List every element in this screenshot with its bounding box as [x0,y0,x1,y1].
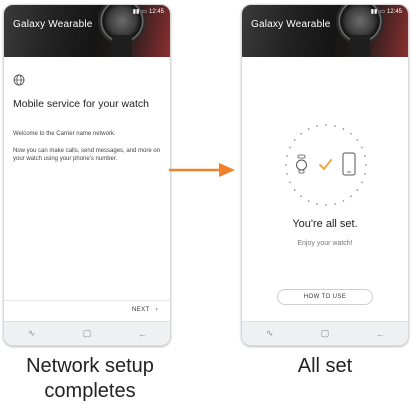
how-to-use-button[interactable]: HOW TO USE [277,289,373,305]
ring-dot [342,200,345,202]
watch-band-image [350,35,370,57]
ring-dot [286,155,288,157]
navigation-bar: ∿ ▢ ← [242,321,408,345]
page-title: Mobile service for your watch [13,98,149,110]
signal-icon: ▮▮ [132,9,140,15]
ring-dot [364,173,366,175]
ring-dot [307,200,310,202]
ring-dot [350,195,352,198]
battery-icon: ▭ [141,9,147,15]
ring-dot [361,181,363,184]
ring-dot [285,164,287,166]
page-title: You're all set. [292,218,358,230]
ring-dot [293,139,296,141]
description-text: Now you can make calls, send messages, a… [13,148,161,162]
caption-network-setup: Network setup completes [26,355,154,402]
back-icon[interactable]: ← [132,329,152,339]
ring-dot [356,139,359,141]
divider [4,300,170,301]
home-icon[interactable]: ▢ [315,328,335,339]
status-bar: ▮▮ ▭ 12:45 [132,8,164,16]
watch-band-image [112,35,132,57]
status-bar: ▮▮ ▭ 12:45 [370,8,402,16]
ring-dot [316,125,318,127]
app-header: Galaxy Wearable ▮▮ ▭ 12:45 [4,5,170,57]
ring-dot [325,124,327,126]
signal-icon: ▮▮ [370,9,378,15]
next-button[interactable]: NEXT › [132,307,158,313]
success-graphic [285,124,367,206]
back-icon[interactable]: ← [370,329,390,339]
ring-dot [361,146,363,149]
ring-dot [300,195,302,198]
recents-icon[interactable]: ∿ [260,328,280,339]
ring-dot [307,128,310,130]
chevron-right-icon: › [155,307,158,313]
ring-dot [356,189,359,191]
ring-dot [316,203,318,205]
navigation-bar: ∿ ▢ ← [4,321,170,345]
home-icon[interactable]: ▢ [77,328,97,339]
check-icon [319,159,332,170]
ring-dot [365,164,367,166]
ring-dot [350,132,352,135]
arrow-right-icon [169,163,235,177]
ring-dot [300,132,302,135]
ring-dot [342,128,345,130]
status-time: 12:45 [386,8,402,15]
ring-dot [334,203,336,205]
app-header: Galaxy Wearable ▮▮ ▭ 12:45 [242,5,408,57]
globe-icon [13,74,25,86]
ring-dot [334,125,336,127]
next-label: NEXT [131,307,150,313]
caption-all-set: All set [297,355,353,377]
ring-dot [289,146,291,149]
phone-screen-all-set: Galaxy Wearable ▮▮ ▭ 12:45 You're all se… [241,4,409,346]
app-title: Galaxy Wearable [13,19,93,30]
ring-dot [289,181,291,184]
phone-screen-network-setup: Galaxy Wearable ▮▮ ▭ 12:45 Mobile servic… [3,4,171,346]
ring-dot [286,173,288,175]
phone-icon [342,152,356,176]
app-title: Galaxy Wearable [251,19,331,30]
welcome-text: Welcome to the Carrier name network. [13,131,116,137]
recents-icon[interactable]: ∿ [22,328,42,339]
status-time: 12:45 [148,8,164,15]
subtitle: Enjoy your watch! [297,240,353,247]
battery-icon: ▭ [379,9,385,15]
ring-dot [293,189,296,191]
watch-icon [296,154,307,174]
ring-dot [364,155,366,157]
ring-dot [325,204,327,206]
